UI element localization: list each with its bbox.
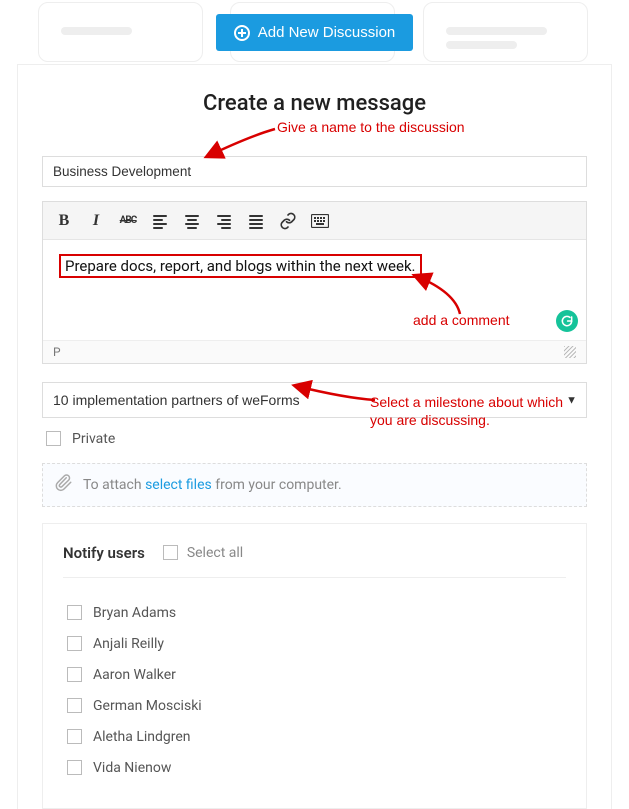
panel-heading: Create a new message xyxy=(42,91,587,116)
toolbar-strikethrough-button[interactable]: ABC xyxy=(115,208,141,234)
toolbar-align-right-button[interactable] xyxy=(211,208,237,234)
attach-files-row: To attach select files from your compute… xyxy=(42,463,587,507)
user-row: German Mosciski xyxy=(63,695,566,716)
attach-suffix: from your computer. xyxy=(215,477,341,493)
editor-status-bar: P xyxy=(43,340,586,363)
toolbar-align-center-button[interactable] xyxy=(179,208,205,234)
user-name-label: Aletha Lindgren xyxy=(93,729,191,745)
message-editor: B I ABC xyxy=(42,201,587,364)
user-checkbox[interactable] xyxy=(67,729,82,744)
add-new-discussion-label: Add New Discussion xyxy=(258,24,396,41)
toolbar-bold-button[interactable]: B xyxy=(51,208,77,234)
user-checkbox[interactable] xyxy=(67,605,82,620)
grammarly-icon xyxy=(556,310,578,332)
user-name-label: Vida Nienow xyxy=(93,760,171,776)
toolbar-italic-button[interactable]: I xyxy=(83,208,109,234)
select-all-checkbox[interactable] xyxy=(163,545,178,560)
user-checkbox[interactable] xyxy=(67,760,82,775)
editor-content-area[interactable]: Prepare docs, report, and blogs within t… xyxy=(43,240,586,340)
user-checkbox[interactable] xyxy=(67,667,82,682)
notify-users-heading: Notify users xyxy=(63,544,145,562)
notify-users-box: Notify users Select all Bryan Adams Anjal… xyxy=(42,523,587,809)
toolbar-link-button[interactable] xyxy=(275,208,301,234)
editor-element-path: P xyxy=(53,345,61,359)
toolbar-align-justify-button[interactable] xyxy=(243,208,269,234)
create-message-panel: Create a new message B I ABC xyxy=(17,64,612,809)
select-files-link[interactable]: select files xyxy=(145,477,212,493)
toolbar-keyboard-button[interactable] xyxy=(307,208,333,234)
toolbar-align-left-button[interactable] xyxy=(147,208,173,234)
private-checkbox[interactable] xyxy=(46,431,61,446)
user-checkbox[interactable] xyxy=(67,636,82,651)
user-checkbox[interactable] xyxy=(67,698,82,713)
user-name-label: Anjali Reilly xyxy=(93,636,164,652)
discussion-title-input[interactable] xyxy=(42,156,587,187)
paperclip-icon xyxy=(55,474,73,496)
user-row: Aletha Lindgren xyxy=(63,726,566,747)
user-name-label: Bryan Adams xyxy=(93,605,176,621)
user-row: Vida Nienow xyxy=(63,757,566,778)
user-row: Aaron Walker xyxy=(63,664,566,685)
editor-resize-handle[interactable] xyxy=(564,346,576,358)
user-row: Anjali Reilly xyxy=(63,633,566,654)
user-name-label: Aaron Walker xyxy=(93,667,176,683)
add-new-discussion-button[interactable]: Add New Discussion xyxy=(216,14,414,51)
milestone-select[interactable]: 10 implementation partners of weForms xyxy=(42,382,587,418)
user-name-label: German Mosciski xyxy=(93,698,202,714)
editor-toolbar: B I ABC xyxy=(43,202,586,240)
select-all-label: Select all xyxy=(187,545,243,561)
private-label: Private xyxy=(72,431,115,447)
attach-prefix: To attach xyxy=(83,477,142,493)
user-row: Bryan Adams xyxy=(63,602,566,623)
plus-circle-icon xyxy=(234,25,250,41)
editor-text-content: Prepare docs, report, and blogs within t… xyxy=(59,254,422,278)
